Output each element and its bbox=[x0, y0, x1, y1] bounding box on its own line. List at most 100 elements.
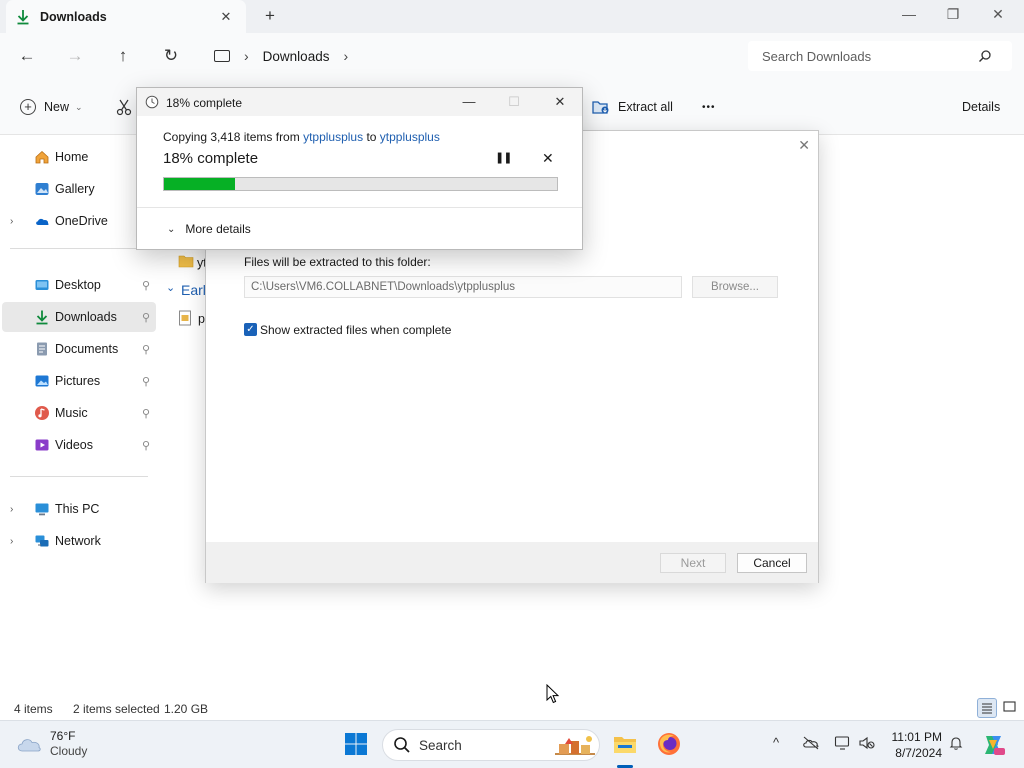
downloads-icon bbox=[17, 9, 29, 24]
sidebar-item-music[interactable]: Music ⚲ bbox=[2, 398, 156, 428]
downloads-icon bbox=[36, 310, 48, 325]
start-windows-icon[interactable] bbox=[343, 731, 369, 757]
tab-downloads[interactable]: Downloads ✕ bbox=[6, 0, 246, 33]
pin-icon: ⚲ bbox=[142, 343, 151, 356]
sidebar-item-videos[interactable]: Videos ⚲ bbox=[2, 430, 156, 460]
copy-summary-text: Copying 3,418 items from bbox=[163, 130, 304, 144]
search-input[interactable] bbox=[762, 48, 972, 64]
show-files-checkbox[interactable]: ✓ bbox=[244, 323, 257, 336]
home-icon bbox=[35, 150, 49, 164]
address-row: ← → ↑ ↻ › Downloads › bbox=[0, 33, 1024, 79]
minimize-button[interactable]: — bbox=[886, 0, 932, 30]
system-clock[interactable]: 11:01 PM 8/7/2024 bbox=[884, 729, 942, 761]
cut-button[interactable] bbox=[116, 96, 132, 118]
more-details-button[interactable]: ⌄ More details bbox=[167, 222, 251, 236]
address-bar[interactable]: › Downloads › bbox=[202, 41, 738, 71]
destination-link[interactable]: ytpplusplus bbox=[380, 130, 440, 144]
percent-complete: 18% complete bbox=[163, 150, 259, 167]
maximize-button[interactable]: ❐ bbox=[930, 0, 976, 30]
file-explorer-taskbar-icon[interactable] bbox=[612, 731, 638, 757]
weather-condition: Cloudy bbox=[50, 744, 88, 758]
cloud-icon bbox=[17, 739, 41, 752]
progress-divider bbox=[137, 207, 582, 208]
sidebar-item-home[interactable]: Home bbox=[2, 142, 156, 172]
cancel-button[interactable]: Cancel bbox=[737, 553, 807, 573]
onedrive-offline-icon[interactable] bbox=[802, 735, 820, 751]
documents-icon bbox=[37, 342, 47, 356]
tiles-view-button[interactable] bbox=[1000, 698, 1020, 718]
next-button[interactable]: Next bbox=[660, 553, 726, 573]
show-files-label[interactable]: Show extracted files when complete bbox=[260, 323, 451, 337]
volume-icon[interactable] bbox=[858, 735, 876, 751]
progress-minimize-button[interactable]: — bbox=[455, 91, 483, 113]
progress-close-button[interactable]: ✕ bbox=[546, 91, 574, 113]
sidebar-item-pictures[interactable]: Pictures ⚲ bbox=[2, 366, 156, 396]
chevron-down-icon: ⌄ bbox=[167, 223, 176, 235]
back-button[interactable]: ← bbox=[13, 43, 41, 69]
sidebar-item-documents[interactable]: Documents ⚲ bbox=[2, 334, 156, 364]
chevron-down-icon: ⌄ bbox=[75, 101, 83, 112]
new-label: New bbox=[44, 100, 70, 114]
chevron-right-icon[interactable]: › bbox=[343, 48, 348, 64]
onedrive-icon bbox=[36, 218, 49, 225]
new-button[interactable]: + New ⌄ bbox=[20, 96, 83, 118]
display-settings-icon[interactable] bbox=[834, 735, 852, 751]
sidebar-item-desktop[interactable]: Desktop ⚲ bbox=[2, 270, 156, 300]
taskbar-search[interactable]: Search bbox=[382, 729, 600, 761]
taskbar-search-label: Search bbox=[419, 737, 462, 753]
sidebar-item-this-pc[interactable]: › This PC bbox=[2, 494, 156, 524]
mouse-cursor-icon bbox=[546, 684, 560, 704]
this-pc-icon bbox=[35, 503, 49, 516]
selection-count: 2 items selected bbox=[73, 702, 160, 716]
cancel-copy-button[interactable]: ✕ bbox=[542, 150, 554, 167]
wizard-footer: Next Cancel bbox=[206, 542, 818, 583]
firefox-icon[interactable] bbox=[656, 731, 682, 757]
group-header-fragment[interactable]: Earl bbox=[181, 282, 206, 298]
pin-icon: ⚲ bbox=[142, 407, 151, 420]
more-details-label: More details bbox=[185, 222, 251, 236]
notification-bell-icon[interactable] bbox=[948, 735, 964, 751]
details-button[interactable]: Details bbox=[962, 96, 1000, 118]
sidebar-item-downloads[interactable]: Downloads ⚲ bbox=[2, 302, 156, 332]
copy-summary: Copying 3,418 items from ytpplusplus to … bbox=[163, 130, 440, 144]
extract-all-button[interactable]: Extract all bbox=[592, 96, 673, 118]
more-options-button[interactable]: ••• bbox=[702, 96, 716, 118]
weather-widget[interactable]: 76°F Cloudy bbox=[16, 729, 87, 759]
tiles-view-icon bbox=[1003, 701, 1016, 712]
destination-path-field[interactable]: C:\Users\VM6.COLLABNET\Downloads\ytpplus… bbox=[244, 276, 682, 298]
new-tab-button[interactable]: + bbox=[258, 5, 282, 29]
progress-maximize-button[interactable]: ☐ bbox=[500, 91, 528, 113]
search-box[interactable] bbox=[748, 41, 1012, 71]
sidebar-item-gallery[interactable]: Gallery bbox=[2, 174, 156, 204]
chevron-right-icon[interactable]: › bbox=[10, 504, 13, 515]
source-link[interactable]: ytpplusplus bbox=[303, 130, 363, 144]
chevron-right-icon[interactable]: › bbox=[244, 48, 249, 64]
sidebar-item-label: Desktop bbox=[55, 278, 101, 292]
refresh-button[interactable]: ↻ bbox=[157, 43, 185, 69]
chevron-right-icon[interactable]: › bbox=[10, 216, 13, 227]
copilot-icon[interactable] bbox=[980, 732, 1006, 758]
sidebar-item-network[interactable]: › Network bbox=[2, 526, 156, 556]
destination-label: Files will be extracted to this folder: bbox=[244, 255, 431, 269]
gallery-icon bbox=[35, 183, 49, 195]
sidebar-item-label: This PC bbox=[55, 502, 100, 516]
chevron-right-icon[interactable]: › bbox=[10, 536, 13, 547]
show-hidden-icons-button[interactable]: ^ bbox=[773, 735, 779, 750]
sidebar-item-label: Pictures bbox=[55, 374, 101, 388]
tab-title: Downloads bbox=[40, 9, 107, 24]
file-name-fragment[interactable]: p bbox=[198, 312, 205, 326]
pause-button[interactable]: ❚❚ bbox=[495, 151, 512, 164]
chevron-down-icon[interactable]: ⌄ bbox=[166, 281, 175, 294]
status-bar: 4 items 2 items selected 1.20 GB bbox=[0, 698, 1024, 720]
sidebar-item-onedrive[interactable]: › OneDrive bbox=[2, 206, 156, 236]
details-view-button[interactable] bbox=[977, 698, 997, 718]
wizard-close-button[interactable]: ✕ bbox=[798, 137, 810, 154]
breadcrumb-downloads[interactable]: Downloads bbox=[263, 49, 330, 64]
up-button[interactable]: ↑ bbox=[109, 43, 137, 69]
forward-button[interactable]: → bbox=[61, 43, 89, 69]
tab-close-icon[interactable]: ✕ bbox=[216, 9, 236, 25]
browse-button[interactable]: Browse... bbox=[692, 276, 778, 298]
progress-bar bbox=[163, 177, 558, 191]
taskbar: 76°F Cloudy Search ^ 11:01 PM 8/7/2024 bbox=[0, 720, 1024, 768]
close-button[interactable]: ✕ bbox=[975, 0, 1021, 30]
